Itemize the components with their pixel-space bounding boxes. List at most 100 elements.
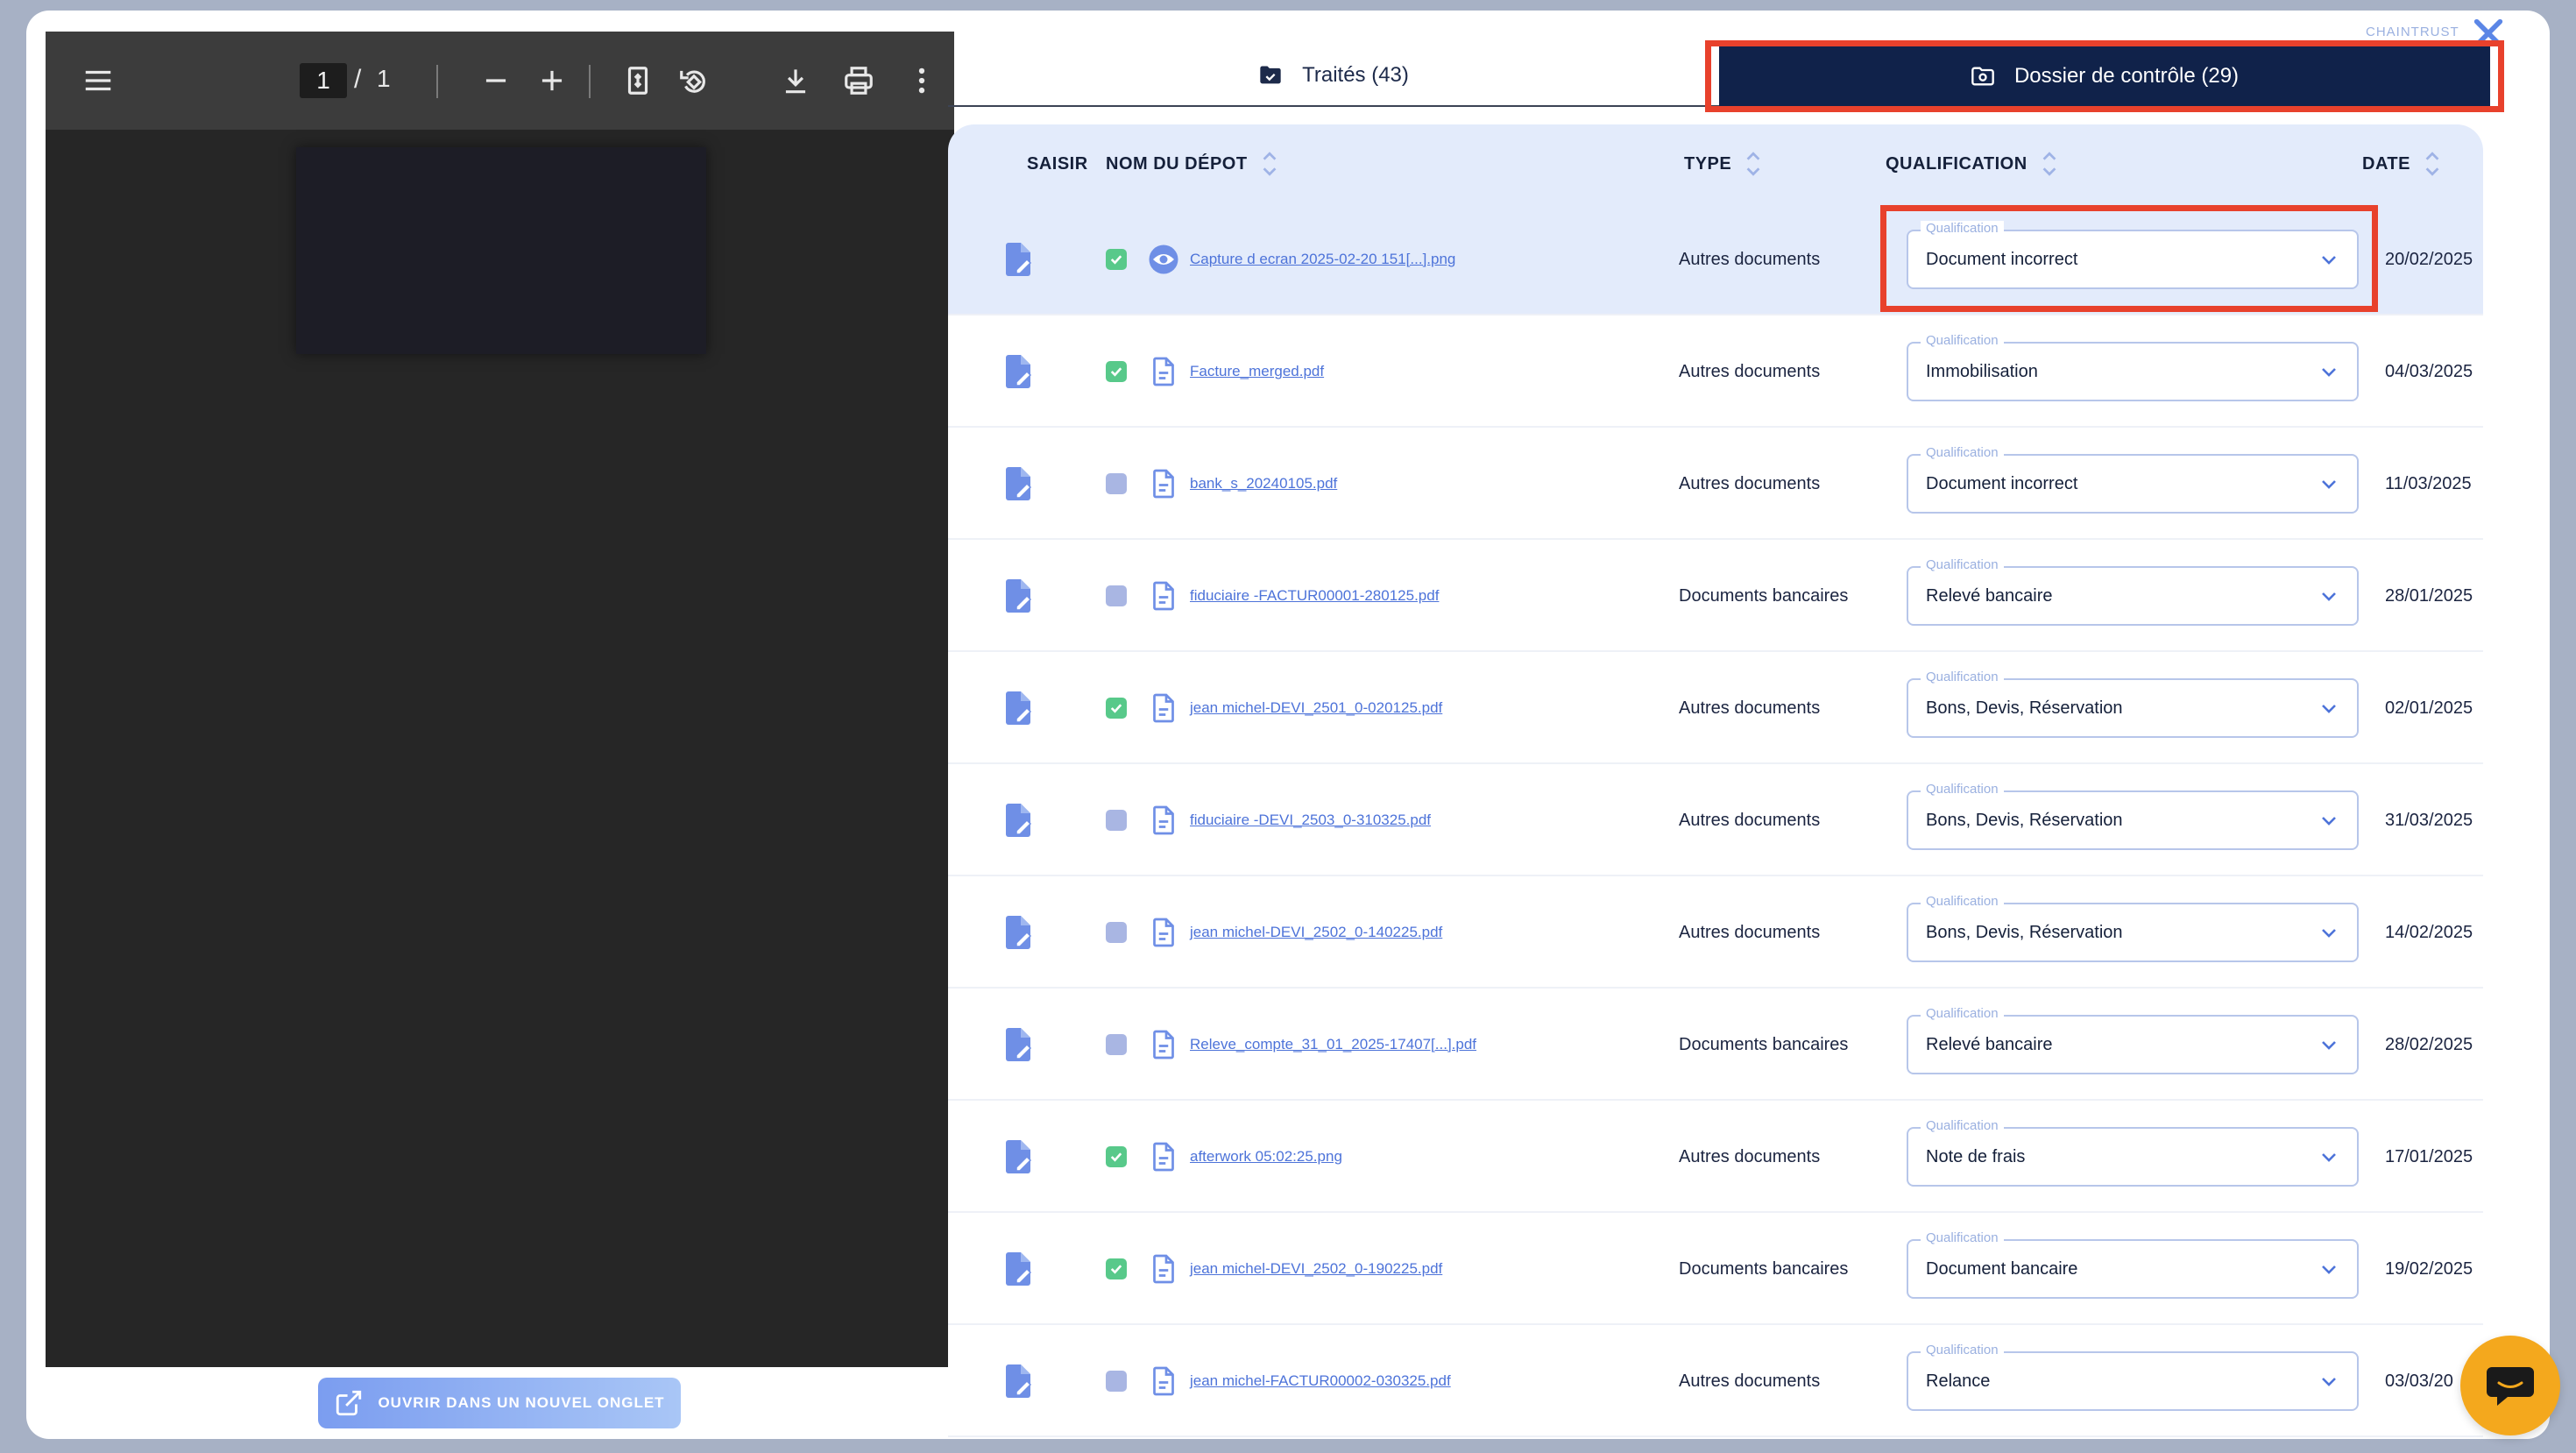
chevron-down-icon[interactable]: [2318, 1034, 2339, 1055]
file-icon[interactable]: [1148, 652, 1179, 764]
eye-icon[interactable]: [1148, 203, 1179, 315]
qualification-select[interactable]: Qualification Immobilisation: [1907, 333, 2359, 401]
file-name-link[interactable]: Capture d ecran 2025-02-20 151[...].png: [1190, 203, 1455, 315]
file-icon[interactable]: [1148, 1213, 1179, 1325]
qualification-value: Bons, Devis, Réservation: [1926, 922, 2123, 942]
header-nom[interactable]: NOM DU DÉPOT: [1106, 124, 1279, 203]
saisir-edit-icon[interactable]: [1002, 540, 1034, 652]
qualification-select[interactable]: Qualification Document bancaire: [1907, 1230, 2359, 1299]
header-qualification[interactable]: QUALIFICATION: [1886, 124, 2059, 203]
chevron-down-icon[interactable]: [2318, 585, 2339, 606]
chevron-down-icon[interactable]: [2318, 1258, 2339, 1279]
file-icon[interactable]: [1148, 1101, 1179, 1213]
saisir-edit-icon[interactable]: [1002, 652, 1034, 764]
document-type: Autres documents: [1679, 361, 1821, 381]
qualification-select[interactable]: Qualification Note de frais: [1907, 1118, 2359, 1187]
page-total: 1: [377, 65, 391, 92]
table-row[interactable]: Facture_merged.pdf Autres documents Qualif…: [948, 315, 2483, 428]
row-checkbox[interactable]: [1106, 989, 1127, 1101]
qualification-select[interactable]: Qualification Relevé bancaire: [1907, 1006, 2359, 1074]
saisir-edit-icon[interactable]: [1002, 1101, 1034, 1213]
file-name-link[interactable]: Facture_merged.pdf: [1190, 315, 1324, 428]
download-icon[interactable]: [773, 32, 818, 130]
page-number-input[interactable]: 1: [300, 63, 347, 98]
rotate-icon[interactable]: [671, 32, 717, 130]
file-name-link[interactable]: fiduciaire -FACTUR00001-280125.pdf: [1190, 540, 1439, 652]
saisir-edit-icon[interactable]: [1002, 428, 1034, 540]
qualification-value: Bons, Devis, Réservation: [1926, 698, 2123, 718]
row-checkbox[interactable]: [1106, 203, 1127, 315]
table-row[interactable]: fiduciaire -FACTUR00001-280125.pdf Docume…: [948, 540, 2483, 652]
file-icon[interactable]: [1148, 428, 1179, 540]
more-vert-icon[interactable]: [899, 32, 945, 130]
file-icon[interactable]: [1148, 989, 1179, 1101]
saisir-edit-icon[interactable]: [1002, 989, 1034, 1101]
chevron-down-icon[interactable]: [2318, 922, 2339, 943]
menu-icon[interactable]: [74, 32, 123, 130]
qualification-select[interactable]: Qualification Bons, Devis, Réservation: [1907, 670, 2359, 738]
table-row[interactable]: jean michel-FACTUR00002-030325.pdf Autres…: [948, 1325, 2483, 1437]
chevron-down-icon[interactable]: [2318, 810, 2339, 831]
print-icon[interactable]: [836, 32, 881, 130]
file-name-link[interactable]: jean michel-DEVI_2502_0-190225.pdf: [1190, 1213, 1442, 1325]
saisir-edit-icon[interactable]: [1002, 203, 1034, 315]
file-icon[interactable]: [1148, 315, 1179, 428]
saisir-edit-icon[interactable]: [1002, 1325, 1034, 1437]
table-row[interactable]: jean michel-DEVI_2502_0-190225.pdf Docume…: [948, 1213, 2483, 1325]
chevron-down-icon[interactable]: [2318, 1146, 2339, 1167]
saisir-edit-icon[interactable]: [1002, 876, 1034, 989]
file-icon[interactable]: [1148, 876, 1179, 989]
table-row[interactable]: jean michel-DEVI_2501_0-020125.pdf Autres…: [948, 652, 2483, 764]
row-checkbox[interactable]: [1106, 764, 1127, 876]
file-name-link[interactable]: afterwork 05:02:25.png: [1190, 1101, 1342, 1213]
row-checkbox[interactable]: [1106, 315, 1127, 428]
qualification-select[interactable]: Qualification Bons, Devis, Réservation: [1907, 894, 2359, 962]
file-name-link[interactable]: jean michel-DEVI_2501_0-020125.pdf: [1190, 652, 1442, 764]
row-checkbox[interactable]: [1106, 876, 1127, 989]
table-row[interactable]: fiduciaire -DEVI_2503_0-310325.pdf Autres…: [948, 764, 2483, 876]
tab-traites[interactable]: Traités (43): [948, 46, 1719, 107]
saisir-edit-icon[interactable]: [1002, 1213, 1034, 1325]
row-checkbox[interactable]: [1106, 1213, 1127, 1325]
row-checkbox[interactable]: [1106, 540, 1127, 652]
file-name-link[interactable]: jean michel-FACTUR00002-030325.pdf: [1190, 1325, 1451, 1437]
table-row[interactable]: afterwork 05:02:25.png Autres documents Qu…: [948, 1101, 2483, 1213]
saisir-edit-icon[interactable]: [1002, 764, 1034, 876]
file-icon[interactable]: [1148, 540, 1179, 652]
fit-page-icon[interactable]: [615, 32, 661, 130]
file-name-link[interactable]: jean michel-DEVI_2502_0-140225.pdf: [1190, 876, 1442, 989]
row-checkbox[interactable]: [1106, 652, 1127, 764]
header-type[interactable]: TYPE: [1684, 124, 1763, 203]
qualification-select[interactable]: Qualification Relevé bancaire: [1907, 557, 2359, 626]
file-name-link[interactable]: fiduciaire -DEVI_2503_0-310325.pdf: [1190, 764, 1431, 876]
qualification-select[interactable]: Qualification Document incorrect: [1907, 445, 2359, 514]
file-name-link[interactable]: bank_s_20240105.pdf: [1190, 428, 1337, 540]
row-checkbox[interactable]: [1106, 1101, 1127, 1213]
sort-icon[interactable]: [2040, 148, 2059, 180]
table-row[interactable]: bank_s_20240105.pdf Autres documents Quali…: [948, 428, 2483, 540]
file-name-link[interactable]: Releve_compte_31_01_2025-17407[...].pdf: [1190, 989, 1476, 1101]
chevron-down-icon[interactable]: [2318, 698, 2339, 719]
toolbar-divider: [589, 65, 591, 98]
table-row[interactable]: Releve_compte_31_01_2025-17407[...].pdf D…: [948, 989, 2483, 1101]
file-icon[interactable]: [1148, 764, 1179, 876]
chevron-down-icon[interactable]: [2318, 361, 2339, 382]
zoom-out-icon[interactable]: [473, 32, 519, 130]
open-new-tab-button[interactable]: OUVRIR DANS UN NOUVEL ONGLET: [318, 1378, 681, 1428]
zoom-in-icon[interactable]: [529, 32, 575, 130]
file-icon[interactable]: [1148, 1325, 1179, 1437]
qualification-select[interactable]: Qualification Relance: [1907, 1343, 2359, 1411]
table-row[interactable]: jean michel-DEVI_2502_0-140225.pdf Autres…: [948, 876, 2483, 989]
sort-icon[interactable]: [2423, 148, 2442, 180]
chat-button[interactable]: [2460, 1336, 2560, 1435]
sort-icon[interactable]: [1744, 148, 1763, 180]
qualification-select[interactable]: Qualification Bons, Devis, Réservation: [1907, 782, 2359, 850]
row-checkbox[interactable]: [1106, 428, 1127, 540]
sort-icon[interactable]: [1260, 148, 1279, 180]
row-checkbox[interactable]: [1106, 1325, 1127, 1437]
document-date: 14/02/2025: [2385, 922, 2473, 942]
chevron-down-icon[interactable]: [2318, 1371, 2339, 1392]
chevron-down-icon[interactable]: [2318, 473, 2339, 494]
header-date[interactable]: DATE: [2362, 124, 2442, 203]
saisir-edit-icon[interactable]: [1002, 315, 1034, 428]
